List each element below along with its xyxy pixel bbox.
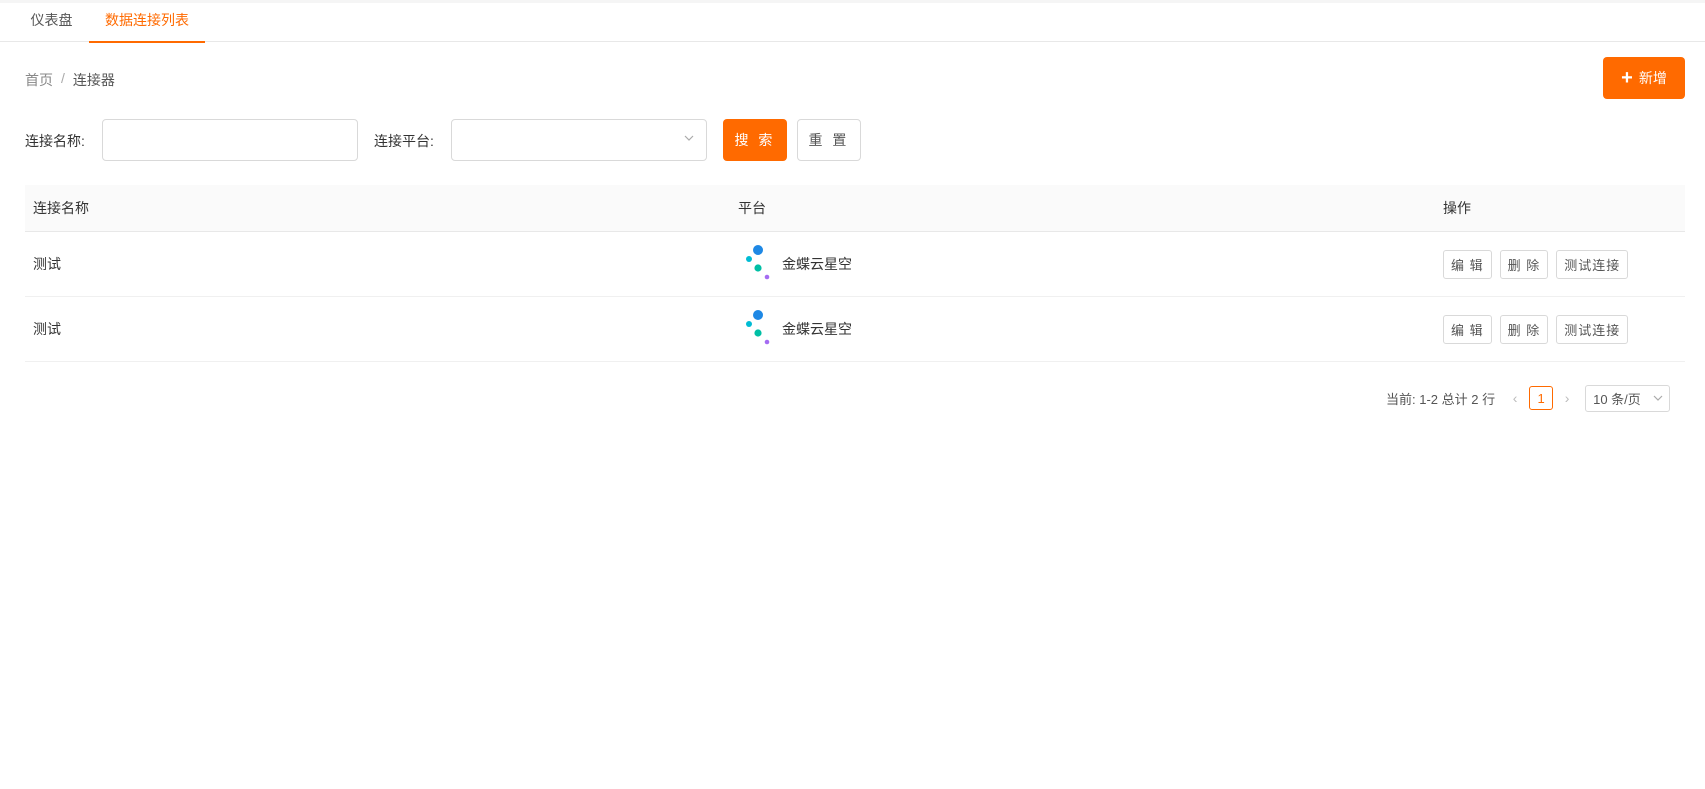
page-number-button[interactable]: 1 — [1529, 386, 1554, 410]
row-platform: 金蝶云星空 — [738, 232, 852, 296]
connection-platform-select[interactable] — [451, 119, 707, 161]
kingdee-logo-icon — [746, 245, 770, 280]
tab-data-connection-list[interactable]: 数据连接列表 — [89, 0, 205, 43]
table-header: 连接名称 平台 操作 — [25, 185, 1685, 232]
connection-name-label: 连接名称: — [25, 133, 85, 149]
row-actions: 编 辑 删 除 测试连接 — [1443, 297, 1629, 361]
breadcrumb: 首页 / 连接器 — [25, 70, 115, 90]
plus-icon: + — [1621, 67, 1633, 89]
reset-button[interactable]: 重 置 — [797, 119, 861, 161]
chevron-right-icon[interactable]: › — [1559, 390, 1575, 406]
row-connection-name: 测试 — [33, 256, 61, 272]
edit-button[interactable]: 编 辑 — [1443, 249, 1492, 279]
row-platform: 金蝶云星空 — [738, 297, 852, 361]
pagination-summary: 当前: 1-2 总计 2 行 — [1386, 391, 1496, 407]
connection-platform-label: 连接平台: — [374, 133, 434, 149]
chevron-left-icon[interactable]: ‹ — [1507, 390, 1523, 406]
table-row: 测试 金蝶云星空 编 辑 删 除 测试连接 — [25, 232, 1685, 297]
chevron-down-icon — [684, 135, 694, 141]
page-size-select[interactable]: 10 条/页 — [1585, 384, 1671, 412]
breadcrumb-home[interactable]: 首页 — [25, 70, 53, 90]
connection-name-input[interactable] — [102, 119, 358, 161]
delete-button[interactable]: 删 除 — [1499, 314, 1549, 344]
column-header-name: 连接名称 — [33, 200, 89, 216]
breadcrumb-separator: / — [61, 70, 65, 86]
delete-button[interactable]: 删 除 — [1499, 249, 1549, 279]
breadcrumb-current: 连接器 — [72, 72, 115, 88]
edit-button[interactable]: 编 辑 — [1443, 314, 1492, 344]
tab-dashboard[interactable]: 仪表盘 — [18, 0, 85, 42]
search-button[interactable]: 搜 索 — [723, 119, 787, 161]
chevron-down-icon — [1653, 395, 1663, 401]
platform-name: 金蝶云星空 — [782, 321, 852, 337]
tab-bar: 仪表盘 数据连接列表 — [0, 0, 1705, 43]
connections-table: 连接名称 平台 操作 测试 金蝶云星空 编 辑 删 除 测试连接 测试 金蝶云星… — [25, 185, 1685, 362]
add-button-label: 新增 — [1638, 70, 1667, 86]
page-size-value: 10 条/页 — [1593, 391, 1641, 407]
row-connection-name: 测试 — [33, 321, 61, 337]
kingdee-logo-icon — [746, 310, 770, 345]
column-header-platform: 平台 — [738, 200, 766, 216]
column-header-actions: 操作 — [1443, 200, 1471, 216]
pagination: 当前: 1-2 总计 2 行 ‹ 1 › 10 条/页 — [1386, 384, 1671, 412]
add-button[interactable]: + 新增 — [1603, 57, 1685, 99]
table-row: 测试 金蝶云星空 编 辑 删 除 测试连接 — [25, 297, 1685, 362]
platform-name: 金蝶云星空 — [782, 256, 852, 272]
test-connection-button[interactable]: 测试连接 — [1556, 314, 1629, 344]
test-connection-button[interactable]: 测试连接 — [1556, 249, 1629, 279]
row-actions: 编 辑 删 除 测试连接 — [1443, 232, 1629, 296]
